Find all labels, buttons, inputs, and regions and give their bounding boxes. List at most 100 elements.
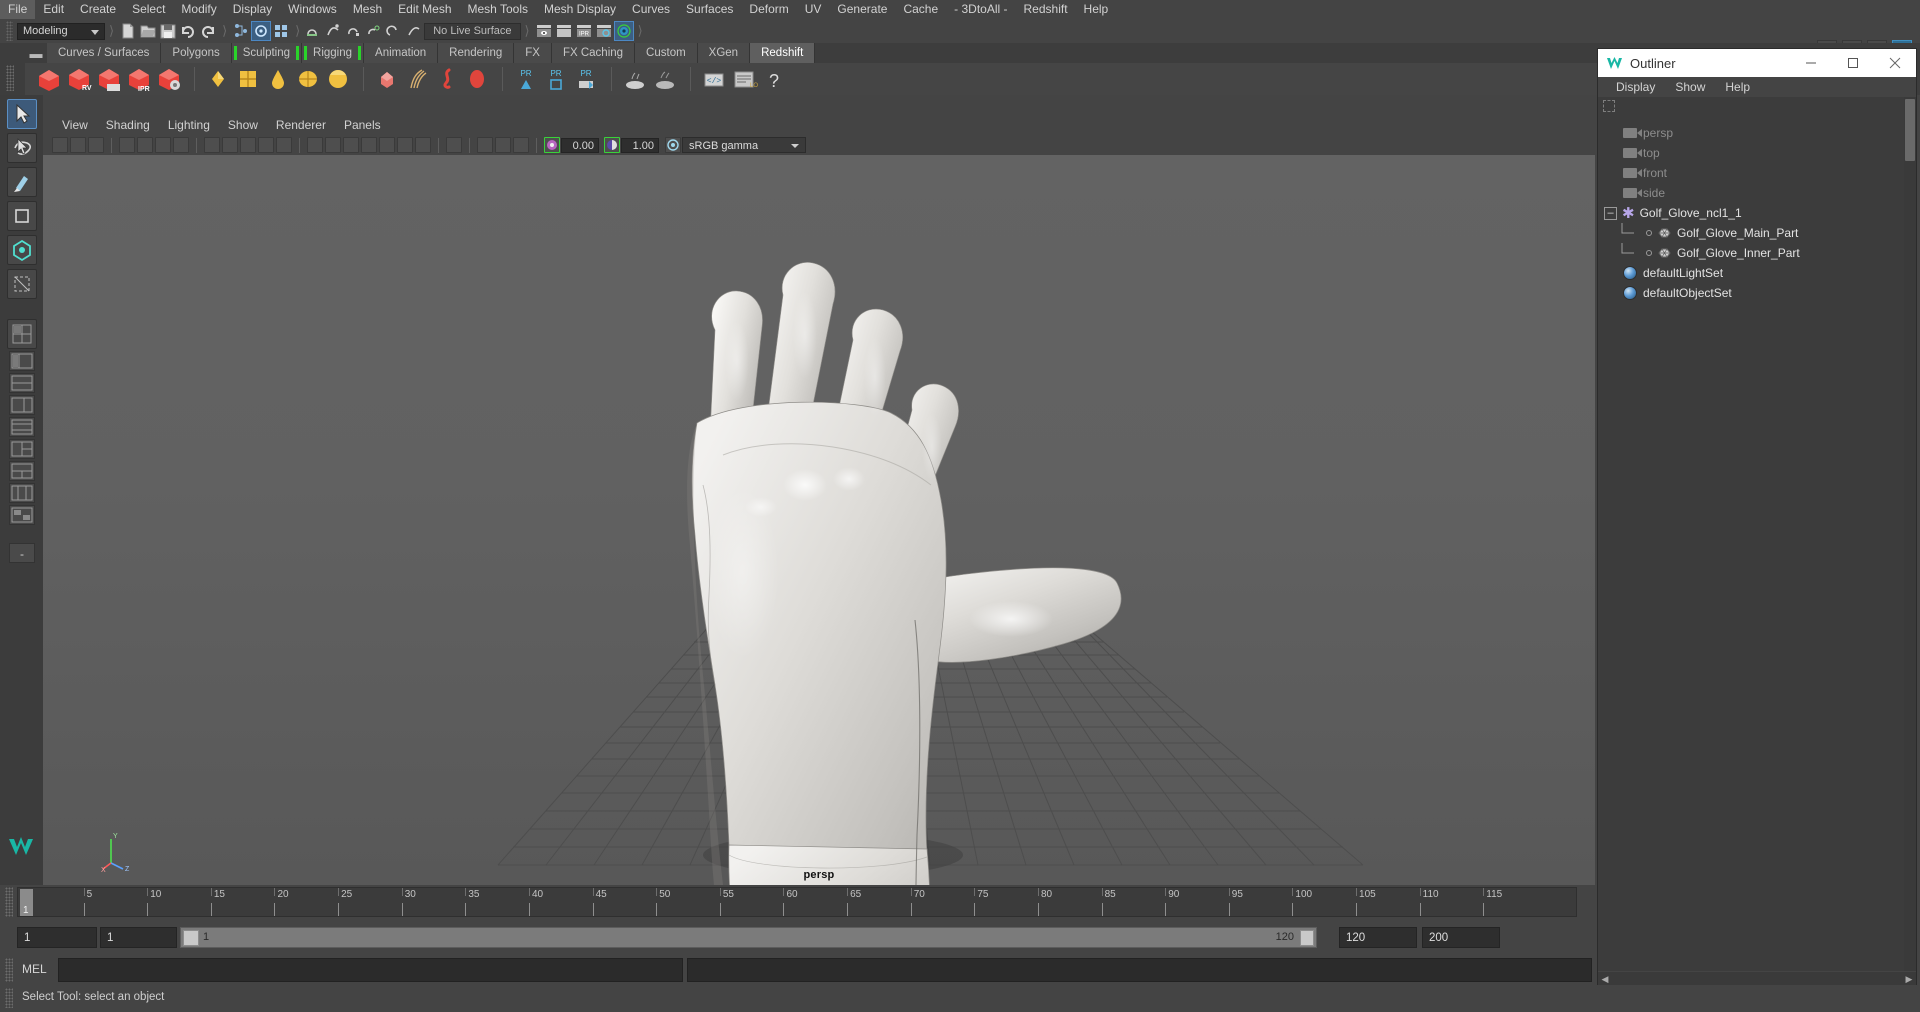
shadows-icon[interactable] [379,137,395,153]
redshift-ipr-render-icon[interactable]: IPR [125,65,153,93]
rs-log-icon[interactable]: LOG [730,65,758,93]
rs-hair-icon[interactable] [403,65,431,93]
film-gate-icon[interactable] [204,137,220,153]
menu-select[interactable]: Select [124,0,173,19]
layout-more-icon[interactable]: - [8,543,35,563]
outliner-item-golf-glove-main-part[interactable]: Golf_Glove_Main_Part [1598,223,1904,243]
camera-attributes-icon[interactable] [88,137,104,153]
outliner-item-side[interactable]: side [1598,183,1904,203]
menu-mesh-tools[interactable]: Mesh Tools [460,0,536,19]
scrollbar-thumb[interactable] [1905,99,1915,161]
layout-persp-hypershade-icon[interactable] [8,395,35,415]
select-by-component-icon[interactable] [272,22,290,40]
time-slider-track[interactable]: 1 5 10 15 20 25 30 35 40 45 50 55 60 65 70 75 80 85 90 95 1… [17,887,1577,917]
render-view-icon[interactable] [535,22,553,40]
maximize-button[interactable] [1832,49,1874,77]
shaded-icon[interactable] [307,137,323,153]
gamma-value[interactable]: 1.00 [621,137,659,153]
rs-proxy-icon[interactable] [373,65,401,93]
select-by-hierarchy-icon[interactable] [232,22,250,40]
menu-deform[interactable]: Deform [741,0,796,19]
redshift-ipr-icon[interactable] [95,65,123,93]
redshift-render-icon[interactable] [35,65,63,93]
snap-to-view-plane-icon[interactable] [385,22,403,40]
shelf-tab-curves-surfaces[interactable]: Curves / Surfaces [47,43,162,63]
menu-edit[interactable]: Edit [35,0,72,19]
lights-icon[interactable] [361,137,377,153]
menu-uv[interactable]: UV [797,0,830,19]
shelf-tab-polygons[interactable]: Polygons [161,43,232,63]
isolate-select-icon[interactable] [446,137,462,153]
rs-light-sphere-icon[interactable] [324,65,352,93]
command-output-field[interactable] [687,958,1592,982]
outliner-vertical-scrollbar[interactable] [1904,97,1916,971]
expand-collapse-toggle[interactable]: – [1604,206,1617,220]
menu-modify[interactable]: Modify [173,0,224,19]
outliner-item-top[interactable]: top [1598,143,1904,163]
gate-mask-icon[interactable] [240,137,256,153]
grid-display-icon[interactable] [513,137,529,153]
menu-windows[interactable]: Windows [280,0,345,19]
menu-help[interactable]: Help [1076,0,1117,19]
viewport-menu-lighting[interactable]: Lighting [159,115,219,135]
rs-help-icon[interactable]: ? [760,65,788,93]
perspective-viewport[interactable]: persp Y Z X [43,155,1595,885]
animation-end-time-field[interactable]: 200 [1422,927,1500,948]
layout-four-view-icon[interactable] [6,319,37,349]
rs-aov-icon[interactable] [651,65,679,93]
shelf-tab-fx[interactable]: FX [514,43,552,63]
grid-toggle-icon[interactable] [173,137,189,153]
shelf-tab-xgen[interactable]: XGen [697,43,751,63]
minimize-button[interactable] [1790,49,1832,77]
live-surface-field[interactable]: No Live Surface [424,22,521,40]
range-slider-track[interactable]: 1 120 [180,927,1317,948]
xray-joints-icon[interactable] [276,137,292,153]
layout-three-pane-icon[interactable] [8,483,35,503]
textured-icon[interactable] [343,137,359,153]
outliner-search-row[interactable] [1598,97,1904,115]
rs-light-area-icon[interactable] [294,65,322,93]
toggle-hypershade-icon[interactable] [613,21,634,41]
make-live-icon[interactable] [405,22,423,40]
rs-light-dome-icon[interactable] [264,65,292,93]
shelf-tab-sculpting[interactable]: Sculpting [231,43,303,63]
exposure-icon[interactable] [544,137,560,153]
shelf-tab-animation[interactable]: Animation [364,43,439,63]
close-button[interactable] [1874,49,1916,77]
outliner-menu-display[interactable]: Display [1606,77,1665,97]
gamma-icon[interactable] [604,137,620,153]
menu-display[interactable]: Display [225,0,280,19]
bookmark-icon[interactable] [119,137,135,153]
hud-icon[interactable] [495,137,511,153]
image-plane-icon[interactable] [137,137,153,153]
outliner-item-defaultobjectset[interactable]: defaultObjectSet [1598,283,1904,303]
color-management-icon[interactable] [665,137,681,153]
select-camera-icon[interactable] [52,137,68,153]
paint-select-tool-icon[interactable] [6,167,37,197]
menu-curves[interactable]: Curves [624,0,678,19]
menu-mesh[interactable]: Mesh [345,0,390,19]
layout-persp-outliner-icon[interactable] [8,351,35,371]
outliner-menu-help[interactable]: Help [1715,77,1760,97]
rs-material-icon[interactable] [204,65,232,93]
menu-redshift[interactable]: Redshift [1016,0,1076,19]
scroll-left-arrow-icon[interactable]: ◀ [1598,974,1612,985]
viewport-menu-view[interactable]: View [53,115,97,135]
rs-bake-icon[interactable] [621,65,649,93]
viewport-menu-shading[interactable]: Shading [97,115,159,135]
snap-to-curve-icon[interactable] [325,22,343,40]
render-settings-icon[interactable] [595,22,613,40]
scale-tool-icon[interactable] [6,269,37,299]
outliner-item-golf-glove-inner-part[interactable]: Golf_Glove_Inner_Part [1598,243,1904,263]
menu-edit-mesh[interactable]: Edit Mesh [390,0,459,19]
outliner-menu-show[interactable]: Show [1665,77,1715,97]
xray-icon[interactable] [258,137,274,153]
layout-two-pane-stacked-icon[interactable] [8,461,35,481]
save-scene-icon[interactable] [159,22,177,40]
rs-script-icon[interactable]: </> [700,65,728,93]
redshift-render-view-icon[interactable]: RV [65,65,93,93]
snap-to-grid-icon[interactable] [305,22,323,40]
lasso-select-tool-icon[interactable] [6,133,37,163]
viewport-menu-show[interactable]: Show [219,115,267,135]
menu-file[interactable]: File [0,0,36,19]
